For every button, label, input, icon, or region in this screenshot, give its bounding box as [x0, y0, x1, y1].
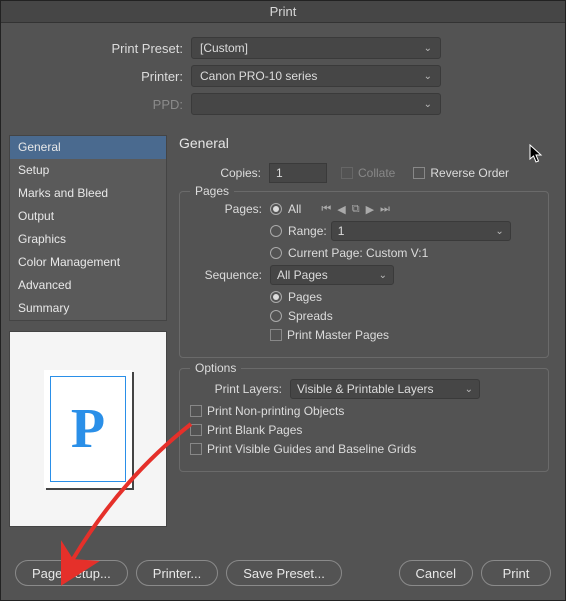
chevron-down-icon: ⌄ [379, 270, 387, 281]
range-value: 1 [338, 224, 345, 238]
layers-label: Print Layers: [180, 382, 290, 396]
layers-value: Visible & Printable Layers [297, 382, 434, 396]
sidebar-item-general[interactable]: General [10, 136, 166, 159]
prev-page-icon[interactable]: ◀ [337, 203, 345, 216]
nonprinting-label: Print Non-printing Objects [207, 404, 344, 418]
reverse-checkbox[interactable] [413, 167, 425, 179]
ppd-label: PPD: [31, 97, 191, 112]
collate-checkbox [341, 167, 353, 179]
panel-title: General [179, 135, 553, 151]
sidebar-item-output[interactable]: Output [10, 205, 166, 228]
sidebar-item-marks[interactable]: Marks and Bleed [10, 182, 166, 205]
guides-label: Print Visible Guides and Baseline Grids [207, 442, 416, 456]
nonprinting-checkbox[interactable] [190, 405, 202, 417]
copies-input[interactable] [269, 163, 327, 183]
options-group-title: Options [190, 361, 241, 375]
print-master-label: Print Master Pages [287, 328, 389, 342]
preset-value: [Custom] [200, 41, 248, 55]
pages-radio[interactable] [270, 291, 282, 303]
reverse-label: Reverse Order [430, 166, 509, 180]
pages-group-title: Pages [190, 184, 234, 198]
save-preset-button[interactable]: Save Preset... [226, 560, 342, 586]
pages-label: Pages: [180, 202, 270, 216]
pages-radio-label: Pages [288, 290, 322, 304]
content-panel: General Copies: Collate Reverse Order Pa… [167, 135, 553, 550]
chevron-down-icon: ⌄ [465, 384, 473, 395]
first-page-icon[interactable]: ⏮ [321, 203, 331, 216]
blank-checkbox[interactable] [190, 424, 202, 436]
spreads-radio[interactable] [270, 310, 282, 322]
top-section: Print Preset: [Custom] ⌄ Printer: Canon … [1, 23, 565, 135]
bottom-bar: Page Setup... Printer... Save Preset... … [1, 550, 565, 600]
last-page-icon[interactable]: ⏭ [380, 203, 390, 216]
blank-label: Print Blank Pages [207, 423, 302, 437]
preset-label: Print Preset: [31, 41, 191, 56]
printer-button[interactable]: Printer... [136, 560, 218, 586]
printer-value: Canon PRO-10 series [200, 69, 317, 83]
next-page-icon[interactable]: ▶ [366, 203, 374, 216]
sequence-select[interactable]: All Pages ⌄ [270, 265, 394, 285]
preset-select[interactable]: [Custom] ⌄ [191, 37, 441, 59]
range-label: Range: [288, 224, 327, 238]
current-page-radio[interactable] [270, 247, 282, 259]
cancel-button[interactable]: Cancel [399, 560, 473, 586]
guides-checkbox[interactable] [190, 443, 202, 455]
chevron-down-icon: ⌄ [495, 226, 503, 237]
range-radio[interactable] [270, 225, 282, 237]
titlebar: Print [1, 1, 565, 23]
spread-icon[interactable]: ⧉ [352, 203, 360, 216]
options-group: Options Print Layers: Visible & Printabl… [179, 368, 549, 472]
pages-all-radio[interactable] [270, 203, 282, 215]
sidebar-item-setup[interactable]: Setup [10, 159, 166, 182]
layers-select[interactable]: Visible & Printable Layers ⌄ [290, 379, 480, 399]
preview-glyph: P [71, 397, 105, 461]
printer-label: Printer: [31, 69, 191, 84]
sidebar-item-graphics[interactable]: Graphics [10, 228, 166, 251]
sequence-label: Sequence: [180, 268, 270, 282]
copies-label: Copies: [179, 166, 269, 180]
range-select[interactable]: 1 ⌄ [331, 221, 511, 241]
print-dialog: Print Print Preset: [Custom] ⌄ Printer: … [0, 0, 566, 601]
preview-pane: P [9, 331, 167, 527]
sequence-value: All Pages [277, 268, 328, 282]
page-setup-button[interactable]: Page Setup... [15, 560, 128, 586]
sidebar-list: General Setup Marks and Bleed Output Gra… [9, 135, 167, 321]
ppd-select: ⌄ [191, 93, 441, 115]
spreads-radio-label: Spreads [288, 309, 333, 323]
sidebar: General Setup Marks and Bleed Output Gra… [9, 135, 167, 550]
page-nav: ⏮ ◀ ⧉ ▶ ⏭ [321, 203, 390, 216]
chevron-down-icon: ⌄ [424, 43, 432, 54]
sidebar-item-color[interactable]: Color Management [10, 251, 166, 274]
collate-label: Collate [358, 166, 395, 180]
printer-select[interactable]: Canon PRO-10 series ⌄ [191, 65, 441, 87]
pages-all-label: All [288, 202, 301, 216]
print-master-checkbox[interactable] [270, 329, 282, 341]
chevron-down-icon: ⌄ [424, 99, 432, 110]
sidebar-item-summary[interactable]: Summary [10, 297, 166, 320]
pages-group: Pages Pages: All ⏮ ◀ ⧉ ▶ ⏭ [179, 191, 549, 358]
chevron-down-icon: ⌄ [424, 71, 432, 82]
preview-page: P [44, 370, 132, 488]
sidebar-item-advanced[interactable]: Advanced [10, 274, 166, 297]
current-page-label: Current Page: Custom V:1 [288, 246, 428, 260]
print-button[interactable]: Print [481, 560, 551, 586]
